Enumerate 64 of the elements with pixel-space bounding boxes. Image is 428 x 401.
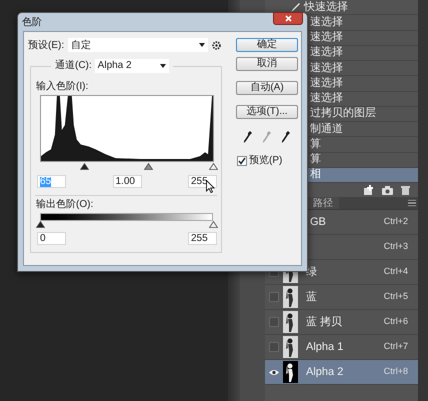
channel-row[interactable]: Alpha 2 Ctrl+8 [265,360,418,385]
preset-dropdown[interactable]: 自定 [68,38,208,52]
preset-label: 预设(E): [28,38,64,52]
dialog-button[interactable]: 选项(T)... [236,105,298,119]
caret-icon [160,64,166,68]
channel-label: 通道(C): [55,58,92,73]
panel-tab[interactable]: 路径 [307,197,339,209]
channel-row[interactable]: 蓝 Ctrl+5 [265,285,418,310]
eyedropper-icon[interactable] [282,131,290,143]
visibility-toggle[interactable] [269,342,279,352]
input-levels-label: 输入色阶(I): [36,81,90,93]
number-field[interactable]: 255 [188,175,217,188]
history-label: 速选择 [310,47,343,58]
shortcut-text: Ctrl+5 [384,290,408,304]
history-label: 快速选择 [304,2,348,13]
visibility-toggle[interactable] [269,292,279,302]
camera-icon[interactable] [382,186,393,194]
channel-name: GB [310,214,326,230]
history-label: 速选择 [310,78,343,89]
history-label: 速选择 [310,16,343,28]
slider-handle[interactable] [208,163,218,170]
history-label: 算 [310,154,321,166]
brush-icon [290,2,301,13]
checkbox[interactable] [237,156,247,166]
menu-icon[interactable] [408,200,416,206]
caret-icon [199,43,206,47]
shortcut-text: Ctrl+4 [384,265,408,278]
dialog-button[interactable]: 自动(A) [236,81,298,95]
new-document-icon[interactable] [363,185,374,195]
shortcut-text: Ctrl+2 [384,215,408,228]
channel-dropdown[interactable]: Alpha 2 [94,58,169,72]
shortcut-text: Ctrl+7 [384,340,408,354]
slider-handle[interactable] [36,221,44,228]
window-title: 色阶 [22,16,42,30]
history-label: 过拷贝的图层 [310,108,376,120]
history-label: 速选择 [310,32,343,44]
trash-icon[interactable] [401,185,410,195]
shortcut-text: Ctrl+3 [384,240,408,254]
close-button[interactable] [273,12,303,25]
history-label: 速选择 [310,93,343,104]
history-label: 相 [310,169,321,180]
number-field[interactable]: 255 [188,232,217,245]
output-levels-label: 输出色阶(O): [36,199,94,211]
channel-name: Alpha 1 [306,340,344,355]
channel-name: Alpha 2 [306,364,344,380]
visibility-toggle[interactable] [269,317,279,327]
dialog-button[interactable]: 确定 [236,38,298,52]
history-label: 制通道 [310,124,343,135]
eye-icon[interactable] [269,368,279,376]
channel-row[interactable]: 蓝 拷贝 Ctrl+6 [265,310,418,335]
slider-handle[interactable] [208,221,218,228]
history-label: 算 [310,138,321,150]
channel-name: 蓝 拷贝 [306,314,342,330]
close-icon [284,15,292,22]
cursor-icon [206,180,215,193]
dialog-button[interactable]: 取消 [236,57,298,71]
shortcut-text: Ctrl+6 [384,315,408,328]
channel-name: 蓝 [306,290,317,305]
number-field[interactable]: 0 [37,232,66,245]
number-field[interactable]: 1.00 [112,175,142,188]
eyedropper-icon[interactable] [244,131,252,143]
gear-icon[interactable] [212,40,222,50]
history-label: 速选择 [310,62,343,74]
shortcut-text: Ctrl+8 [384,365,408,378]
